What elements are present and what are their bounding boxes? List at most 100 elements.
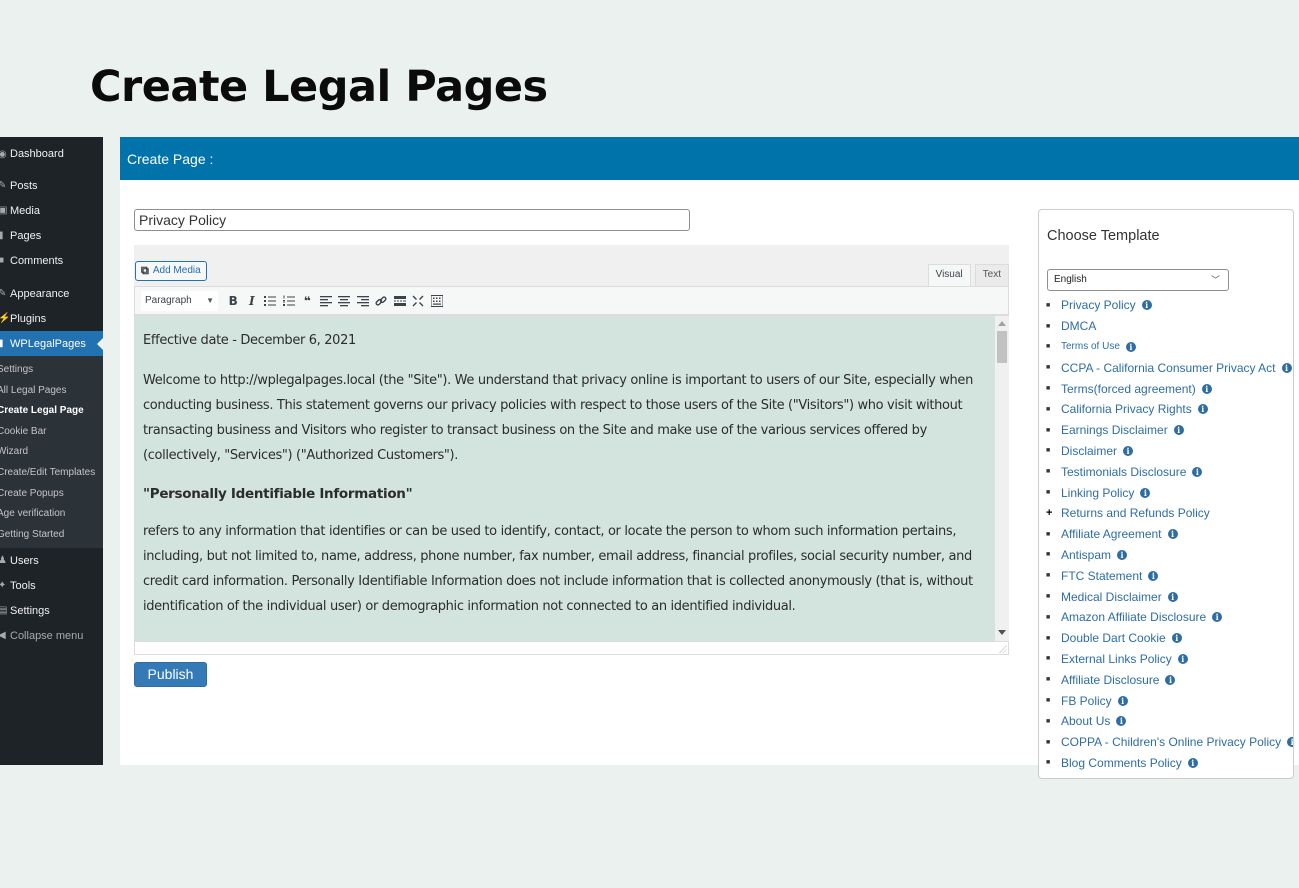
format-select[interactable]: Paragraph ▼ bbox=[141, 290, 218, 311]
info-icon[interactable]: i bbox=[1165, 674, 1176, 685]
align-center-button[interactable] bbox=[335, 291, 354, 311]
info-icon[interactable]: i bbox=[1117, 549, 1128, 560]
sidebar-item-wplegalpages[interactable]: ▮ WPLegalPages bbox=[0, 331, 103, 356]
blockquote-button[interactable]: ❝ bbox=[298, 291, 317, 311]
sidebar-item-media[interactable]: ▣ Media bbox=[0, 198, 103, 223]
italic-button[interactable]: I bbox=[243, 291, 262, 311]
info-icon[interactable]: i bbox=[1287, 737, 1293, 748]
info-icon[interactable]: i bbox=[1123, 445, 1134, 456]
template-link[interactable]: Blog Comments Policy bbox=[1061, 756, 1182, 770]
info-icon[interactable]: i bbox=[1201, 383, 1212, 394]
users-icon: ♟ bbox=[0, 555, 7, 567]
submenu-cookie-bar[interactable]: Cookie Bar bbox=[0, 422, 103, 443]
bulleted-list-button[interactable] bbox=[261, 291, 280, 311]
bold-button[interactable]: B bbox=[224, 291, 243, 311]
template-link[interactable]: Terms(forced agreement) bbox=[1061, 382, 1196, 396]
align-right-button[interactable] bbox=[354, 291, 373, 311]
template-link[interactable]: Antispam bbox=[1061, 548, 1111, 562]
template-link[interactable]: FTC Statement bbox=[1061, 569, 1142, 583]
info-icon[interactable]: i bbox=[1177, 653, 1188, 664]
template-link[interactable]: Returns and Refunds Policy bbox=[1061, 506, 1210, 520]
align-left-button[interactable] bbox=[317, 291, 336, 311]
template-item: ■ FB Policy i bbox=[1046, 690, 1293, 711]
info-icon[interactable]: i bbox=[1167, 529, 1178, 540]
scroll-up-icon[interactable] bbox=[998, 321, 1006, 326]
page-title-input[interactable] bbox=[134, 209, 690, 231]
editor-scrollbar[interactable] bbox=[995, 316, 1009, 641]
language-select[interactable]: English ﹀ bbox=[1047, 269, 1229, 291]
publish-button[interactable]: Publish bbox=[134, 662, 207, 687]
template-link[interactable]: COPPA - Children's Online Privacy Policy bbox=[1061, 735, 1281, 749]
resize-handle-icon[interactable] bbox=[999, 645, 1007, 653]
sidebar-item-users[interactable]: ♟ Users bbox=[0, 548, 103, 573]
template-link[interactable]: Disclaimer bbox=[1061, 444, 1117, 458]
bullet-icon: ■ bbox=[1046, 697, 1051, 705]
template-link[interactable]: FB Policy bbox=[1061, 694, 1112, 708]
submenu-all-legal-pages[interactable]: All Legal Pages bbox=[0, 381, 103, 402]
template-link[interactable]: About Us bbox=[1061, 714, 1110, 728]
template-item: ■ CCPA - California Consumer Privacy Act i bbox=[1046, 357, 1293, 378]
sidebar-item-appearance[interactable]: ✎ Appearance bbox=[0, 281, 103, 306]
sidebar-item-pages[interactable]: ▮ Pages bbox=[0, 223, 103, 248]
info-icon[interactable]: i bbox=[1173, 425, 1184, 436]
template-link[interactable]: Medical Disclaimer bbox=[1061, 590, 1162, 604]
bullet-icon: ■ bbox=[1046, 738, 1051, 746]
info-icon[interactable]: i bbox=[1192, 466, 1203, 477]
sidebar-item-settings[interactable]: ▤ Settings bbox=[0, 598, 103, 623]
choose-template-title: Choose Template bbox=[1047, 228, 1160, 244]
info-icon[interactable]: i bbox=[1197, 404, 1208, 415]
submenu-create-popups[interactable]: Create Popups bbox=[0, 484, 103, 505]
info-icon[interactable]: i bbox=[1141, 300, 1152, 311]
info-icon[interactable]: i bbox=[1212, 612, 1223, 623]
template-link[interactable]: Earnings Disclaimer bbox=[1061, 423, 1168, 437]
read-more-button[interactable] bbox=[391, 291, 410, 311]
sidebar-item-plugins[interactable]: ⚡ Plugins bbox=[0, 306, 103, 331]
template-link[interactable]: Affiliate Agreement bbox=[1061, 527, 1162, 541]
sidebar-item-tools[interactable]: ✦ Tools bbox=[0, 573, 103, 598]
template-link[interactable]: Affiliate Disclosure bbox=[1061, 673, 1159, 687]
sidebar-item-dashboard[interactable]: ◉ Dashboard bbox=[0, 140, 103, 168]
submenu-wizard[interactable]: Wizard bbox=[0, 442, 103, 463]
toolbar-toggle-button[interactable] bbox=[428, 291, 447, 311]
info-icon[interactable]: i bbox=[1187, 757, 1198, 768]
bullet-icon: ■ bbox=[1046, 468, 1051, 476]
info-icon[interactable]: i bbox=[1171, 633, 1182, 644]
template-link[interactable]: Privacy Policy bbox=[1061, 298, 1136, 312]
numbered-list-button[interactable] bbox=[280, 291, 299, 311]
info-icon[interactable]: i bbox=[1281, 362, 1292, 373]
bullet-icon: ■ bbox=[1046, 593, 1051, 601]
submenu-age-verification[interactable]: Age verification bbox=[0, 504, 103, 525]
template-link[interactable]: Terms of Use bbox=[1061, 341, 1120, 352]
template-link[interactable]: CCPA - California Consumer Privacy Act bbox=[1061, 361, 1276, 375]
template-link[interactable]: Linking Policy bbox=[1061, 486, 1134, 500]
fullscreen-button[interactable] bbox=[409, 291, 428, 311]
link-button[interactable] bbox=[372, 291, 391, 311]
info-icon[interactable]: i bbox=[1116, 716, 1127, 727]
tab-text[interactable]: Text bbox=[974, 264, 1009, 286]
sidebar-item-posts[interactable]: ✎ Posts bbox=[0, 173, 103, 198]
scroll-down-icon[interactable] bbox=[998, 630, 1006, 635]
info-icon[interactable]: i bbox=[1117, 695, 1128, 706]
info-icon[interactable]: i bbox=[1125, 341, 1136, 352]
info-icon[interactable]: i bbox=[1167, 591, 1178, 602]
submenu-create-legal-page[interactable]: Create Legal Page bbox=[0, 401, 103, 422]
template-link[interactable]: Amazon Affiliate Disclosure bbox=[1061, 610, 1206, 624]
info-icon[interactable]: i bbox=[1140, 487, 1151, 498]
template-link[interactable]: California Privacy Rights bbox=[1061, 402, 1192, 416]
scroll-thumb[interactable] bbox=[997, 331, 1007, 363]
fullscreen-icon bbox=[412, 295, 424, 306]
sidebar-item-comments[interactable]: ■ Comments bbox=[0, 248, 103, 273]
submenu-getting-started[interactable]: Getting Started bbox=[0, 525, 103, 546]
template-link[interactable]: Double Dart Cookie bbox=[1061, 631, 1166, 645]
template-link[interactable]: Testimonials Disclosure bbox=[1061, 465, 1186, 479]
add-media-button[interactable]: ⧉ Add Media bbox=[135, 261, 207, 281]
tab-visual[interactable]: Visual bbox=[927, 264, 971, 286]
editor-content[interactable]: Effective date - December 6, 2021 Welcom… bbox=[134, 316, 995, 641]
template-link[interactable]: External Links Policy bbox=[1061, 652, 1172, 666]
info-icon[interactable]: i bbox=[1148, 570, 1159, 581]
submenu-create-edit-templates[interactable]: Create/Edit Templates bbox=[0, 463, 103, 484]
collapse-icon: ◀ bbox=[0, 630, 6, 642]
template-link[interactable]: DMCA bbox=[1061, 319, 1096, 333]
sidebar-collapse-menu[interactable]: ◀ Collapse menu bbox=[0, 623, 103, 648]
submenu-settings[interactable]: Settings bbox=[0, 360, 103, 381]
